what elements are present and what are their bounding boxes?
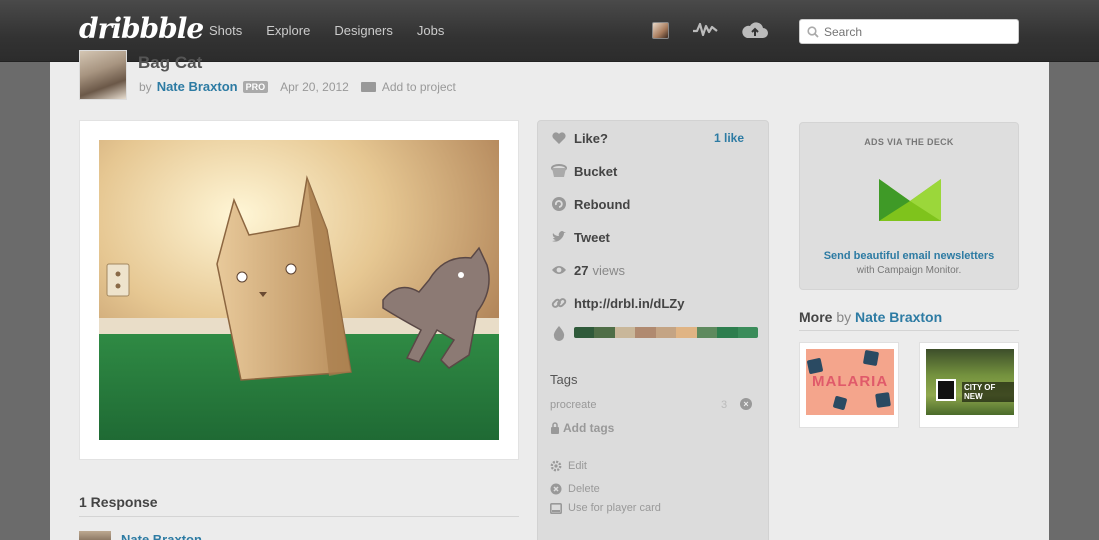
- search-icon: [807, 26, 819, 38]
- bucket-label: Bucket: [574, 163, 618, 179]
- palette-swatch[interactable]: [717, 327, 738, 338]
- player-card-button[interactable]: Use for player card: [550, 502, 661, 514]
- add-tags-label: Add tags: [563, 421, 615, 435]
- responses-heading: 1 Response: [79, 494, 158, 510]
- more-shot-thumbnail-1[interactable]: MALARIA: [799, 342, 899, 428]
- palette-swatch[interactable]: [676, 327, 697, 338]
- more-by-heading: More by Nate Braxton: [799, 309, 942, 325]
- author-link[interactable]: Nate Braxton: [157, 79, 238, 94]
- upload-cloud-icon[interactable]: [740, 20, 770, 40]
- gear-icon: [550, 460, 562, 472]
- twitter-bird-icon: [550, 228, 568, 246]
- ad-subtext: with Campaign Monitor.: [856, 265, 962, 276]
- palette-swatch[interactable]: [635, 327, 656, 338]
- ad-heading: ADS VIA THE DECK: [864, 137, 954, 147]
- author-avatar[interactable]: [79, 50, 127, 100]
- heart-icon: [550, 129, 568, 147]
- add-to-project-label: Add to project: [381, 79, 456, 94]
- tags-heading: Tags: [550, 372, 578, 387]
- palette-swatch[interactable]: [696, 327, 718, 338]
- lock-icon: [551, 422, 559, 434]
- player-card-label: Use for player card: [568, 502, 661, 514]
- edit-button[interactable]: Edit: [550, 460, 587, 472]
- nav-explore[interactable]: Explore: [266, 23, 310, 38]
- card-icon: [550, 502, 562, 514]
- nav-shots[interactable]: Shots: [209, 23, 242, 38]
- color-palette[interactable]: [574, 327, 758, 338]
- rebound-label: Rebound: [574, 196, 631, 212]
- bucket-button[interactable]: Bucket: [550, 161, 617, 181]
- tweet-label: Tweet: [574, 229, 610, 245]
- main-nav: Shots Explore Designers Jobs: [209, 23, 468, 38]
- user-avatar-icon[interactable]: [652, 22, 669, 39]
- nav-jobs[interactable]: Jobs: [417, 23, 444, 38]
- likes-count[interactable]: 1 like: [714, 131, 744, 145]
- short-url-link[interactable]: http://drbl.in/dLZy: [550, 293, 684, 313]
- palette-swatch[interactable]: [594, 327, 615, 338]
- shot-byline: by Nate Braxton PRO Apr 20, 2012 Add to …: [139, 79, 456, 94]
- shot-actions-panel: Like? 1 like Bucket Rebound Tweet 27 vie…: [537, 120, 769, 540]
- shot-title: Bag Cat: [138, 53, 203, 72]
- activity-icon[interactable]: [692, 20, 718, 38]
- add-tags-button[interactable]: Add tags: [550, 421, 614, 435]
- malaria-text: MALARIA: [812, 373, 889, 390]
- city-of-new-shot-image: CITY OF NEW: [926, 349, 1014, 415]
- campaign-monitor-logo[interactable]: [879, 179, 941, 221]
- ad-box: ADS VIA THE DECK Send beautiful email ne…: [799, 122, 1019, 290]
- delete-icon: [550, 483, 562, 495]
- drop-icon: [550, 324, 568, 342]
- responder-avatar[interactable]: [79, 531, 111, 540]
- link-icon: [550, 294, 568, 312]
- palette-swatch[interactable]: [655, 327, 677, 338]
- delete-button[interactable]: Delete: [550, 483, 600, 495]
- more-shot-thumbnail-2[interactable]: CITY OF NEW: [919, 342, 1019, 428]
- city-of-new-text: CITY OF NEW: [962, 382, 1014, 402]
- bucket-icon: [550, 162, 568, 180]
- search-input[interactable]: [824, 23, 1014, 41]
- ad-link[interactable]: Send beautiful email newsletters: [800, 250, 1018, 262]
- city-logo-icon: [936, 379, 956, 401]
- pro-badge: PRO: [242, 80, 269, 93]
- add-to-project-button[interactable]: Add to project: [360, 79, 456, 94]
- palette-swatch[interactable]: [737, 327, 758, 338]
- nav-designers[interactable]: Designers: [334, 23, 393, 38]
- more-divider: [799, 330, 1019, 331]
- remove-tag-icon[interactable]: ×: [740, 398, 752, 410]
- responses-divider: [79, 516, 519, 517]
- shot-image[interactable]: [99, 140, 499, 440]
- shot-frame: [79, 120, 519, 460]
- shot-date: Apr 20, 2012: [280, 79, 349, 94]
- palette-swatch[interactable]: [574, 327, 595, 338]
- dribbble-logo[interactable]: dribbble: [79, 12, 204, 45]
- more-label: More: [799, 309, 833, 325]
- views-stat: 27 views: [550, 260, 625, 280]
- eye-icon: [550, 261, 568, 279]
- views-count: 27: [574, 262, 589, 278]
- by-label: by: [139, 79, 152, 94]
- tag-count: 3: [721, 399, 728, 411]
- rebound-button[interactable]: Rebound: [550, 194, 630, 214]
- malaria-shot-image: MALARIA: [806, 349, 894, 415]
- more-by-label: by: [836, 309, 852, 325]
- palette-swatch[interactable]: [614, 327, 636, 338]
- responder-name[interactable]: Nate Braxton: [121, 532, 202, 540]
- views-label: views: [592, 262, 625, 278]
- bag-cat-illustration: [99, 140, 499, 440]
- briefcase-icon: [360, 81, 376, 92]
- more-author-link[interactable]: Nate Braxton: [855, 309, 942, 325]
- edit-label: Edit: [568, 460, 587, 472]
- delete-label: Delete: [568, 483, 600, 495]
- tweet-button[interactable]: Tweet: [550, 227, 610, 247]
- like-label: Like?: [574, 130, 608, 146]
- like-button[interactable]: Like?: [550, 128, 608, 148]
- tag-procreate[interactable]: procreate: [550, 399, 596, 411]
- search-box[interactable]: [799, 19, 1019, 44]
- short-url-label: http://drbl.in/dLZy: [574, 295, 685, 311]
- rebound-icon: [550, 195, 568, 213]
- color-palette-row: [550, 323, 574, 343]
